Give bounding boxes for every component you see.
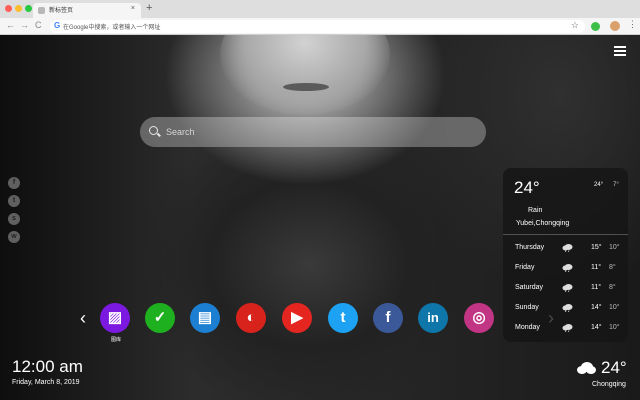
tab-favicon-icon bbox=[38, 7, 45, 14]
forecast-row: Thursday 15° 10° bbox=[503, 244, 628, 258]
new-tab-button[interactable]: + bbox=[146, 2, 152, 14]
corner-city: Chongqing bbox=[592, 381, 626, 388]
address-bar-placeholder: 在Google中搜索，或者输入一个网址 bbox=[63, 25, 161, 31]
background-photo bbox=[220, 35, 390, 115]
corner-temperature: 24° bbox=[601, 358, 627, 377]
gallery-app-icon[interactable]: ▨ bbox=[100, 303, 130, 333]
forecast-day: Saturday bbox=[515, 284, 544, 291]
forecast-row: Monday 14° 10° bbox=[503, 324, 628, 338]
forecast-row: Saturday 11° 8° bbox=[503, 284, 628, 298]
gallery-app-label: 图库 bbox=[110, 337, 121, 343]
linkedin-icon[interactable]: in bbox=[418, 303, 448, 333]
profile-avatar[interactable] bbox=[610, 21, 620, 31]
rain-cloud-icon bbox=[562, 284, 573, 292]
current-temperature: 24° bbox=[514, 178, 540, 197]
search-bar[interactable] bbox=[140, 117, 486, 147]
rain-cloud-icon bbox=[562, 304, 573, 312]
clock-date: Friday, March 8, 2019 bbox=[12, 379, 80, 386]
shortcuts-prev-arrow[interactable]: ‹ bbox=[80, 308, 86, 329]
browser-tab[interactable]: 新标签页 × bbox=[33, 3, 141, 18]
forecast-row: Friday 11° 8° bbox=[503, 264, 628, 278]
forecast-day: Sunday bbox=[515, 304, 539, 311]
instagram-icon[interactable]: ◎ bbox=[464, 303, 494, 333]
check-app-icon[interactable]: ✓ bbox=[145, 303, 175, 333]
facebook-icon[interactable]: f bbox=[373, 303, 403, 333]
forecast-high: 11° bbox=[591, 264, 602, 271]
forward-button[interactable]: → bbox=[20, 20, 29, 30]
forecast-day: Thursday bbox=[515, 244, 545, 251]
background-photo-detail bbox=[283, 83, 329, 91]
wechat-icon[interactable]: w bbox=[8, 231, 20, 243]
tab-close-icon[interactable]: × bbox=[131, 5, 135, 12]
forecast-high: 15° bbox=[591, 244, 602, 251]
google-logo-icon: G bbox=[54, 21, 61, 30]
celsius-toggle[interactable]: 24° bbox=[594, 182, 603, 188]
weather-location: Yubei,Chongqing bbox=[516, 220, 570, 227]
rain-cloud-icon bbox=[562, 264, 573, 272]
forecast-low: 8° bbox=[609, 264, 616, 271]
search-icon bbox=[149, 126, 158, 135]
forecast-high: 14° bbox=[591, 304, 602, 311]
browser-toolbar: ← → C G 在Google中搜索，或者输入一个网址 ☆ bbox=[0, 18, 640, 35]
search-input[interactable] bbox=[166, 125, 466, 139]
address-bar[interactable]: G 在Google中搜索，或者输入一个网址 ☆ bbox=[50, 20, 585, 33]
browser-menu-icon[interactable]: ⋮ bbox=[628, 19, 637, 30]
extension-icon[interactable] bbox=[591, 22, 600, 31]
youtube-icon[interactable]: ▶ bbox=[282, 303, 312, 333]
clock-time: 12:00 am bbox=[12, 357, 83, 376]
red-app-icon[interactable]: ◐ bbox=[236, 303, 266, 333]
forecast-day: Monday bbox=[515, 324, 540, 331]
forecast-day: Friday bbox=[515, 264, 535, 271]
fahrenheit-toggle[interactable]: 7° bbox=[613, 182, 619, 188]
forecast-low: 8° bbox=[609, 284, 616, 291]
weather-divider bbox=[503, 234, 628, 235]
rain-cloud-icon bbox=[562, 244, 573, 252]
twitter-icon[interactable]: t bbox=[328, 303, 358, 333]
reload-button[interactable]: C bbox=[35, 20, 42, 30]
maximize-window-button[interactable] bbox=[25, 5, 32, 12]
cloud-icon bbox=[577, 362, 596, 374]
weather-condition: Rain bbox=[528, 207, 543, 214]
forecast-low: 10° bbox=[609, 244, 620, 251]
forecast-high: 14° bbox=[591, 324, 602, 331]
forecast-high: 11° bbox=[591, 284, 602, 291]
close-window-button[interactable] bbox=[5, 5, 12, 12]
notes-app-icon[interactable]: ▤ bbox=[190, 303, 220, 333]
weather-widget[interactable]: 24° 24° 7° Rain Yubei,Chongqing Thursday… bbox=[503, 168, 628, 342]
forecast-low: 10° bbox=[609, 324, 620, 331]
twitter-icon[interactable]: t bbox=[8, 195, 20, 207]
tab-strip: 新标签页 × + bbox=[0, 0, 640, 18]
forecast-low: 10° bbox=[609, 304, 620, 311]
rain-cloud-icon bbox=[562, 324, 573, 332]
bookmark-star-icon[interactable]: ☆ bbox=[571, 20, 579, 31]
tab-title: 新标签页 bbox=[49, 8, 74, 14]
back-button[interactable]: ← bbox=[6, 20, 15, 30]
minimize-window-button[interactable] bbox=[15, 5, 22, 12]
snapchat-icon[interactable]: s bbox=[8, 213, 20, 225]
facebook-icon[interactable]: f bbox=[8, 177, 20, 189]
settings-menu-icon[interactable] bbox=[614, 46, 626, 58]
forecast-row: Sunday 14° 10° bbox=[503, 304, 628, 318]
